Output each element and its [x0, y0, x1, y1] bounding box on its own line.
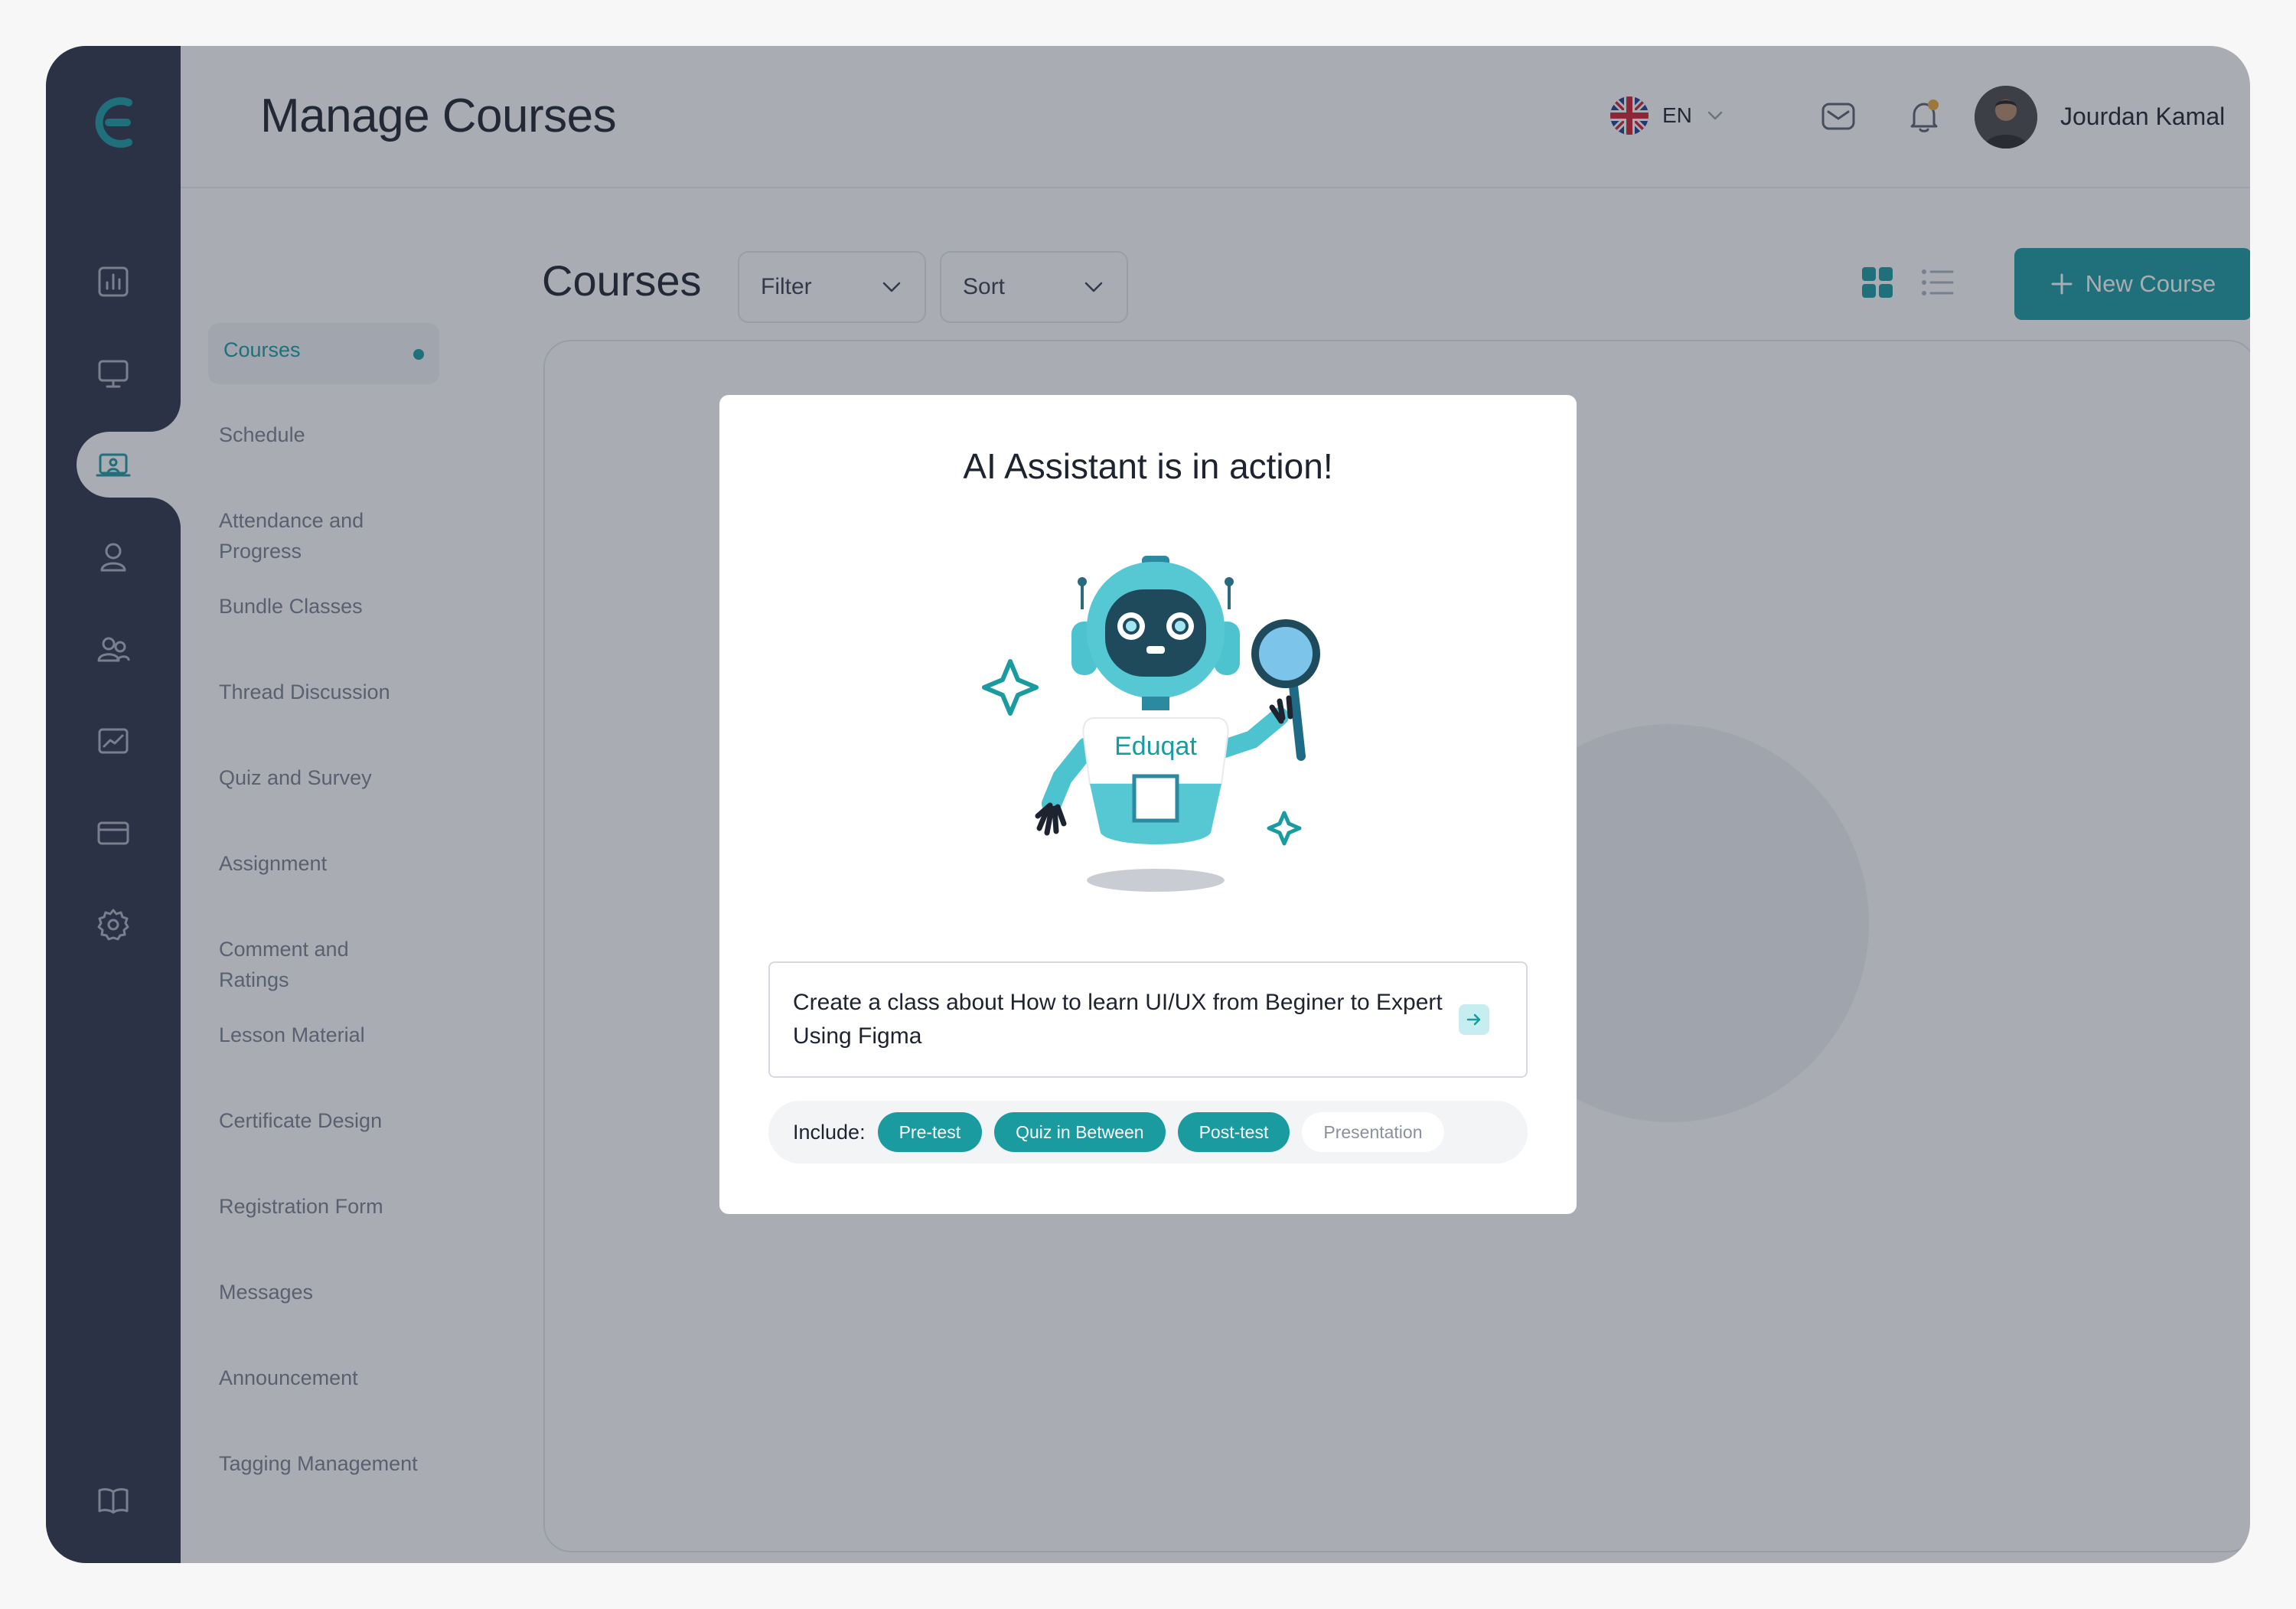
robot-mascot-icon: Eduqat — [982, 556, 1320, 892]
chip-post-test[interactable]: Post-test — [1177, 1112, 1290, 1152]
prompt-input[interactable]: Create a class about How to learn UI/UX … — [768, 961, 1528, 1078]
include-options: Include: Pre-test Quiz in Between Post-t… — [768, 1101, 1528, 1164]
chip-pre-test[interactable]: Pre-test — [877, 1112, 983, 1152]
prompt-text: Create a class about How to learn UI/UX … — [793, 990, 1443, 1049]
robot-chest-label: Eduqat — [1114, 732, 1197, 761]
modal-title: AI Assistant is in action! — [963, 446, 1333, 486]
include-label: Include: — [793, 1120, 866, 1144]
chip-presentation[interactable]: Presentation — [1302, 1112, 1444, 1152]
chip-quiz-in-between[interactable]: Quiz in Between — [994, 1112, 1166, 1152]
app-window: Manage Courses EN Jourdan Kamal Courses … — [46, 46, 2250, 1563]
send-button[interactable] — [1459, 1004, 1489, 1035]
arrow-right-icon — [1466, 1013, 1481, 1026]
ai-assistant-modal: AI Assistant is in action! Eduqat Create… — [719, 395, 1577, 1214]
